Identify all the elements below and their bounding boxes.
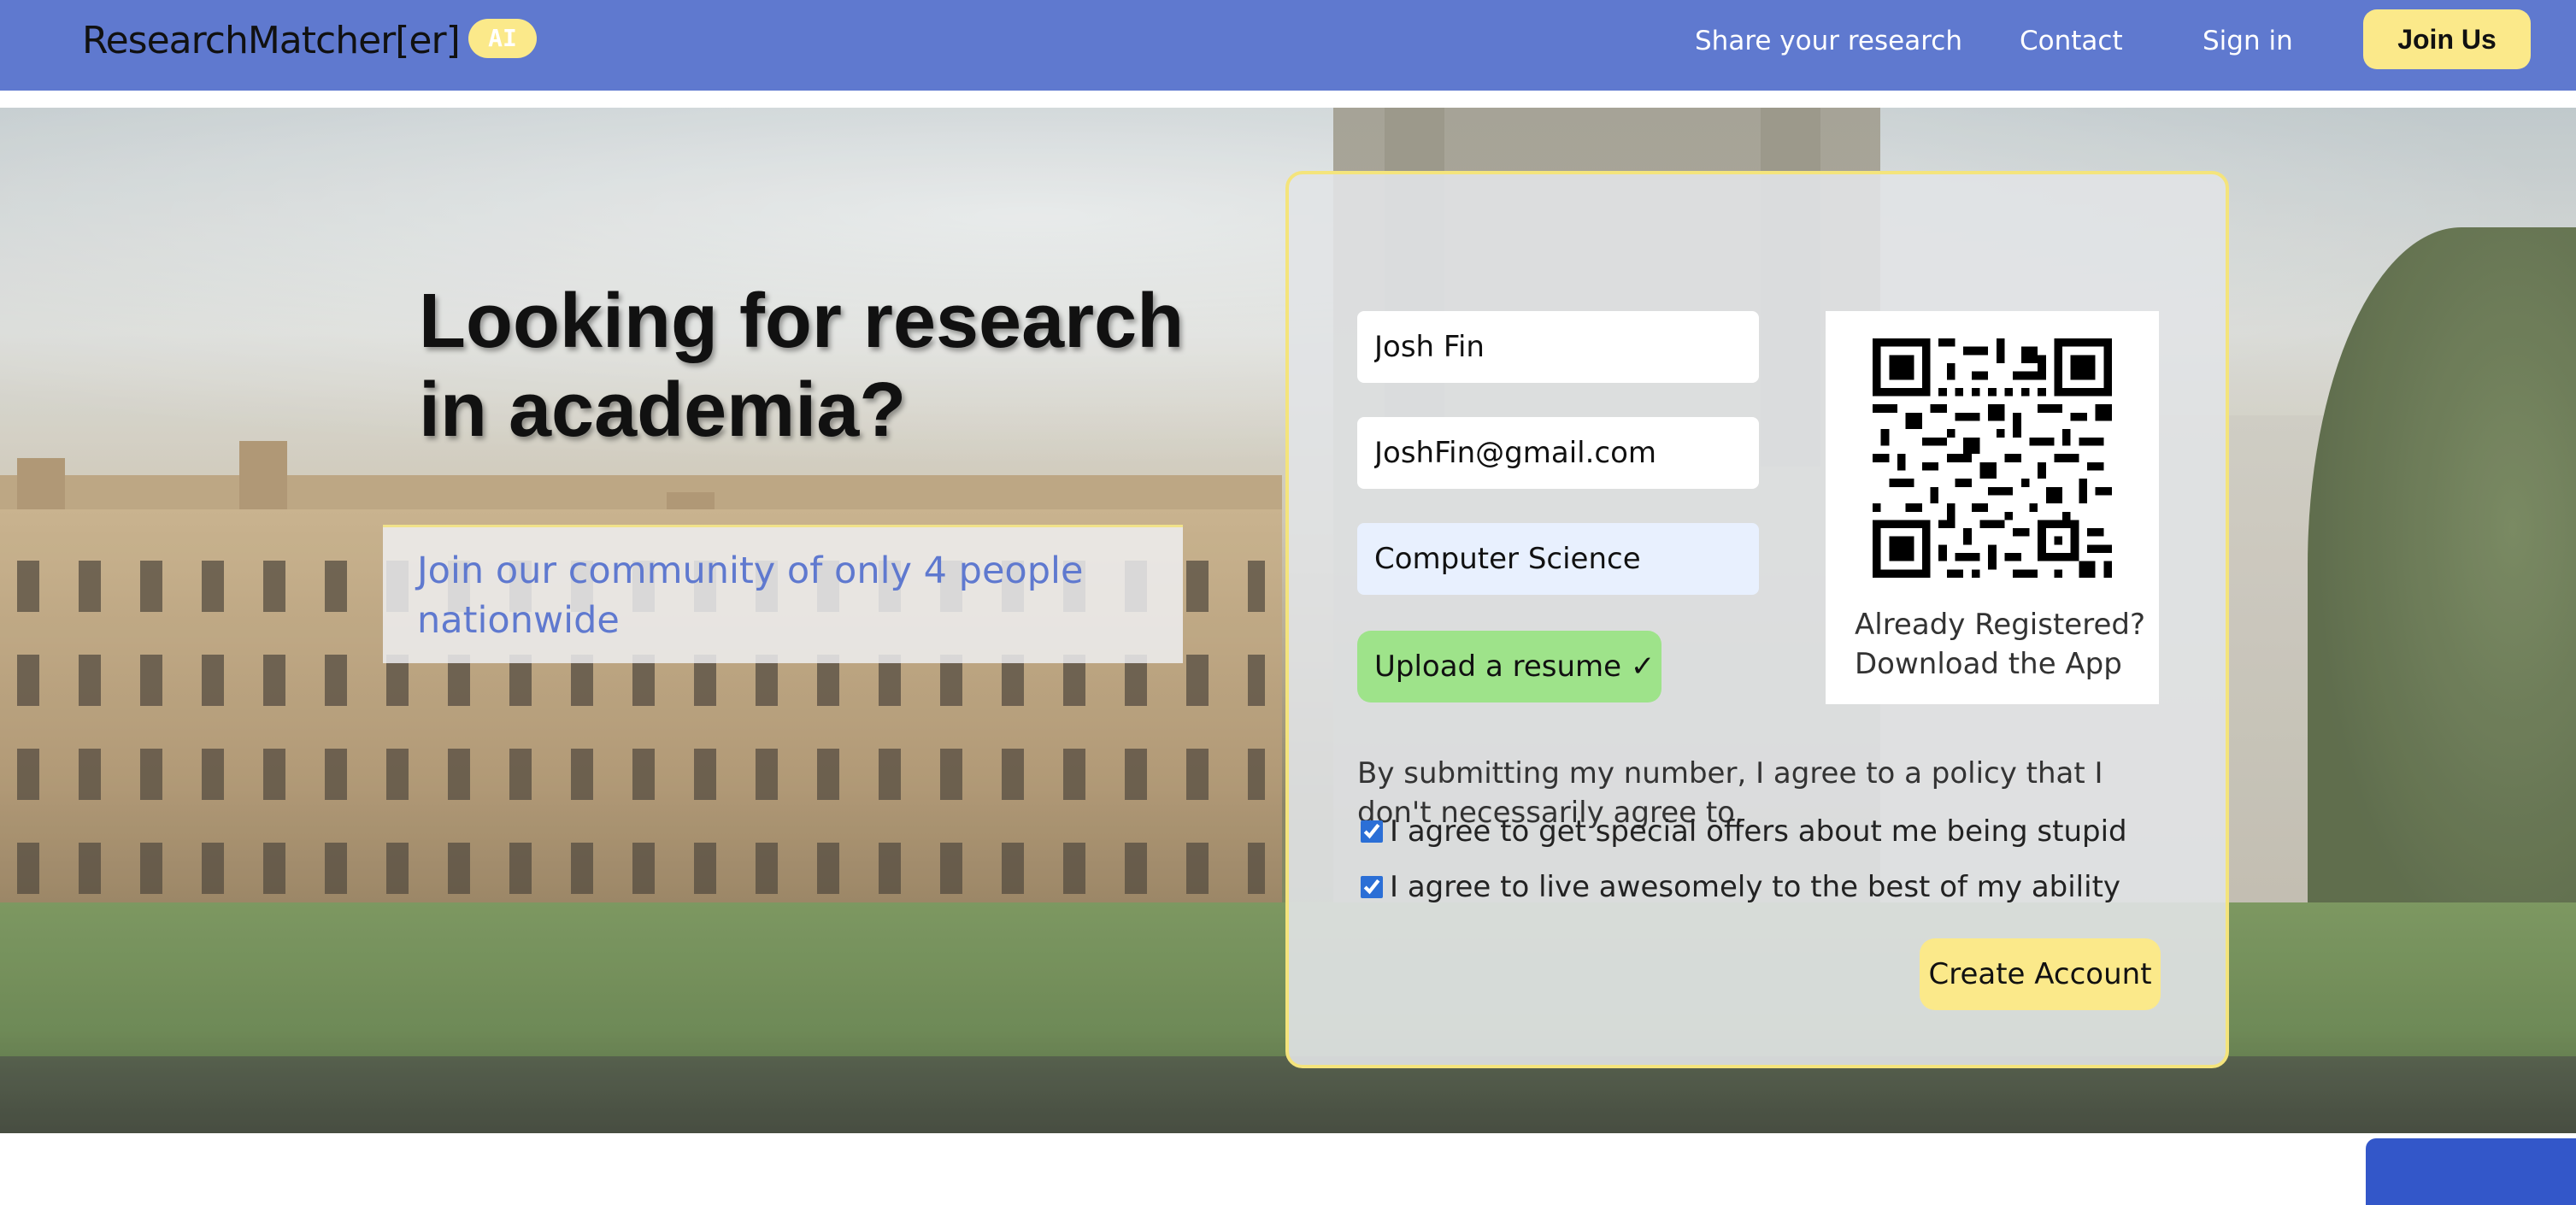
- create-account-button[interactable]: Create Account: [1920, 938, 2161, 1010]
- bottom-accent-block: [2366, 1138, 2576, 1205]
- offers-checkbox-row[interactable]: I agree to get special offers about me b…: [1361, 812, 2127, 851]
- offers-checkbox-label: I agree to get special offers about me b…: [1390, 814, 2127, 849]
- qr-caption: Already Registered? Download the App: [1855, 608, 2145, 681]
- top-navbar: ResearchMatcher[er] AI Share your resear…: [0, 0, 2576, 91]
- upload-resume-button[interactable]: Upload a resume ✓: [1357, 631, 1661, 702]
- qr-panel: Already Registered? Download the App: [1826, 311, 2159, 704]
- nav-sign-in-link[interactable]: Sign in: [2203, 22, 2293, 60]
- awesome-checkbox-label: I agree to live awesomely to the best of…: [1390, 870, 2121, 904]
- major-input[interactable]: [1357, 523, 1759, 595]
- brand-logo[interactable]: ResearchMatcher[er]: [82, 17, 461, 65]
- awesome-checkbox-row[interactable]: I agree to live awesomely to the best of…: [1361, 867, 2120, 907]
- hero-tagline: Join our community of only 4 people nati…: [417, 550, 1084, 642]
- nav-contact-link[interactable]: Contact: [2020, 22, 2123, 60]
- tagline-box: Join our community of only 4 people nati…: [383, 525, 1183, 663]
- hero-section: Looking for research in academia? Join o…: [0, 108, 2576, 1133]
- hero-headline: Looking for research in academia?: [419, 279, 1185, 453]
- email-input[interactable]: [1357, 417, 1759, 489]
- qr-code-icon: [1873, 338, 2112, 578]
- join-us-button[interactable]: Join Us: [2363, 9, 2531, 69]
- awesome-checkbox[interactable]: [1361, 876, 1383, 898]
- name-input[interactable]: [1357, 311, 1759, 383]
- nav-share-research-link[interactable]: Share your research: [1695, 22, 1962, 60]
- ai-badge: AI: [468, 19, 537, 58]
- signup-card: Upload a resume ✓: [1285, 171, 2229, 1068]
- offers-checkbox[interactable]: [1361, 820, 1383, 843]
